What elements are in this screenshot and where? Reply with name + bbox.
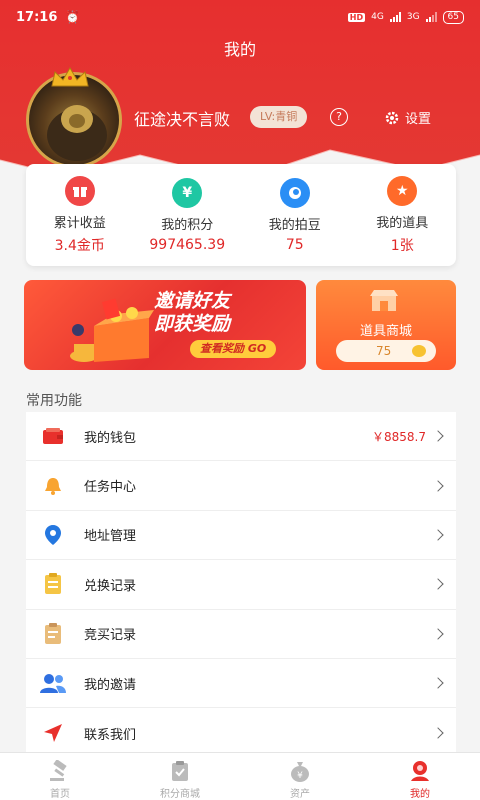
chevron-right-icon [432, 628, 444, 640]
shop-label: 道具商城 [359, 324, 412, 339]
bid-record-icon [40, 622, 66, 645]
send-icon [40, 722, 66, 744]
chevron-right-icon [432, 578, 444, 591]
yen-icon: ¥ [172, 177, 203, 208]
invite-friends-banner[interactable]: 邀请好友 即获奖励 查看奖励 GO [24, 280, 306, 370]
svg-text:¥: ¥ [297, 771, 303, 781]
view-rewards-button[interactable]: 查看奖励 GO [190, 340, 277, 358]
chevron-right-icon [432, 529, 444, 541]
shop-icon [370, 290, 398, 311]
nav-home[interactable]: 首页 [0, 753, 120, 800]
menu-item-label: 竞买记录 [84, 628, 137, 644]
network-label-1: 4G [371, 12, 384, 22]
invite-users-icon [40, 672, 66, 694]
stat-value: 3.4金币 [54, 237, 105, 254]
nav-label: 我的 [410, 789, 430, 800]
common-features-menu: 我的钱包 ￥8858.7 任务中心 地址管理 兑换记录 竞买记录 我的邀请 联系… [26, 412, 456, 758]
prop-shop-banner[interactable]: 道具商城 75 [316, 280, 456, 370]
bottom-nav: 首页 积分商城 ¥ 资产 我的 [0, 752, 480, 800]
invite-title-line2: 即获奖励 [154, 313, 231, 335]
stat-label: 我的道具 [376, 215, 429, 231]
stat-label: 累计收益 [53, 215, 106, 231]
auction-hammer-icon [47, 759, 73, 783]
star-icon: ★ [387, 175, 418, 206]
menu-item-contact-us[interactable]: 联系我们 [26, 708, 456, 757]
crown-icon [51, 67, 89, 87]
status-bar: 17:16 ⏰ HD 4G 3G 65 [0, 0, 480, 34]
nav-assets[interactable]: ¥ 资产 [240, 753, 360, 800]
money-bag-icon: ¥ [287, 759, 313, 783]
shop-price-pill: 75 [336, 340, 436, 362]
menu-item-wallet[interactable]: 我的钱包 ￥8858.7 [26, 412, 456, 462]
chevron-right-icon [432, 430, 444, 442]
menu-item-address[interactable]: 地址管理 [26, 511, 456, 561]
stat-value: 1张 [390, 237, 414, 254]
gift-box-illustration [70, 298, 154, 362]
stat-value: 75 [285, 236, 304, 253]
menu-item-label: 地址管理 [84, 529, 137, 545]
nav-points-mall[interactable]: 积分商城 [120, 753, 240, 800]
stats-card: 累计收益 3.4金币 ¥ 我的积分 997465.39 我的拍豆 75 ★ 我的… [26, 164, 456, 266]
menu-item-label: 任务中心 [84, 480, 137, 496]
signal-icon-2 [425, 12, 437, 22]
bean-icon [279, 177, 310, 208]
coin-icon [412, 345, 426, 357]
wallet-balance: ￥8858.7 [372, 429, 426, 444]
menu-item-tasks[interactable]: 任务中心 [26, 461, 456, 511]
shop-price-value: 75 [376, 344, 392, 358]
stat-beans[interactable]: 我的拍豆 75 [245, 177, 345, 253]
profile-icon [407, 759, 433, 783]
bell-icon [40, 475, 66, 497]
invite-title-line1: 邀请好友 [154, 290, 231, 312]
invite-title: 邀请好友 即获奖励 [154, 290, 230, 336]
menu-item-bid-records[interactable]: 竞买记录 [26, 610, 456, 659]
stat-points[interactable]: ¥ 我的积分 997465.39 [137, 177, 237, 253]
level-badge: LV:青铜 [250, 106, 308, 128]
hd-badge: HD [347, 12, 366, 22]
menu-item-label: 联系我们 [84, 727, 137, 743]
nav-label: 首页 [50, 789, 70, 800]
battery-indicator: 65 [442, 10, 464, 24]
menu-item-label: 我的邀请 [84, 677, 137, 693]
section-title: 常用功能 [26, 393, 82, 409]
status-time: 17:16 [16, 9, 58, 25]
nav-label: 积分商城 [160, 789, 200, 800]
clipboard-check-icon [167, 759, 193, 783]
stat-label: 我的积分 [161, 217, 214, 233]
nav-mine[interactable]: 我的 [360, 753, 480, 800]
menu-item-label: 兑换记录 [84, 578, 137, 594]
chevron-right-icon [432, 727, 444, 739]
menu-item-invitations[interactable]: 我的邀请 [26, 659, 456, 709]
gift-icon [64, 175, 95, 206]
page-title: 我的 [223, 40, 256, 59]
exchange-record-icon [40, 573, 66, 595]
alarm-icon: ⏰ [65, 10, 81, 24]
location-icon [40, 524, 66, 546]
chevron-right-icon [432, 479, 444, 492]
gear-icon [385, 111, 399, 124]
help-icon[interactable]: ? [330, 108, 348, 126]
chevron-right-icon [432, 677, 444, 689]
stat-value: 997465.39 [149, 236, 226, 253]
stat-label: 我的拍豆 [268, 217, 321, 233]
stat-props[interactable]: ★ 我的道具 1张 [352, 175, 452, 255]
network-label-2: 3G [406, 12, 420, 22]
settings-label: 设置 [405, 112, 432, 127]
nav-label: 资产 [290, 789, 310, 800]
wallet-icon [40, 425, 66, 447]
menu-item-label: 我的钱包 [84, 430, 137, 446]
settings-button[interactable]: 设置 [384, 108, 431, 127]
stat-earnings[interactable]: 累计收益 3.4金币 [30, 175, 130, 255]
signal-icon [389, 12, 401, 22]
username: 征途决不言败 [134, 110, 231, 129]
menu-item-exchange-records[interactable]: 兑换记录 [26, 560, 456, 610]
